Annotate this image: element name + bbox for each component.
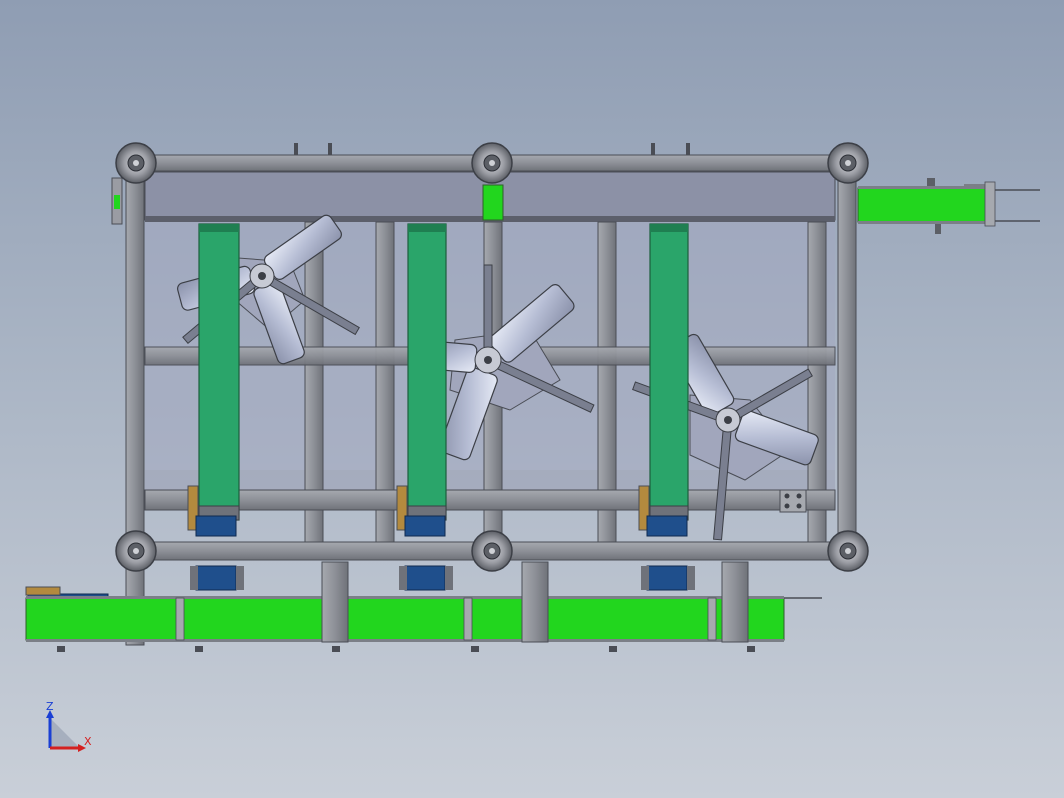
top-output-conveyor[interactable] <box>857 178 1040 234</box>
x-axis-label: X <box>84 735 92 748</box>
axis-triad: Z X <box>46 700 92 752</box>
hopper-green-block <box>482 184 504 221</box>
z-axis-label: Z <box>46 700 54 713</box>
top-hopper[interactable] <box>111 171 836 225</box>
mount-plate <box>779 489 807 513</box>
cad-viewport[interactable]: Z X <box>0 0 1064 798</box>
wheel-top-center <box>471 142 513 184</box>
wheel-top-right <box>827 142 869 184</box>
triad-plane <box>50 718 80 748</box>
wheel-bottom-left <box>115 530 157 572</box>
wheel-bottom-center <box>471 530 513 572</box>
wheel-top-left <box>115 142 157 184</box>
wheel-bottom-right <box>827 530 869 572</box>
